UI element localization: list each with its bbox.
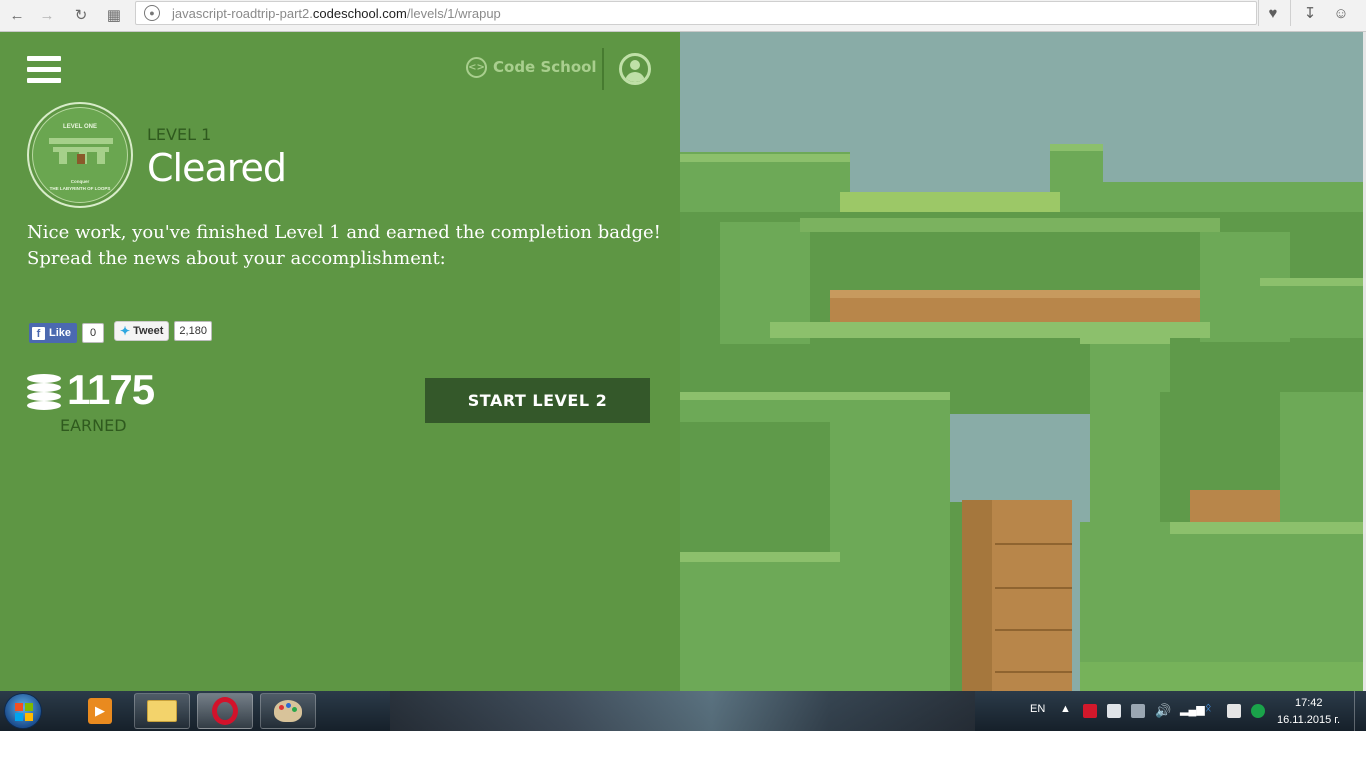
download-icon[interactable]: ↧ [1297, 1, 1323, 25]
url-text: javascript-roadtrip-part2.codeschool.com… [172, 6, 501, 21]
account-icon[interactable]: ☺ [1328, 1, 1354, 25]
bluetooth-icon[interactable]: ᛟ [1205, 702, 1212, 714]
utorrent-icon[interactable] [1251, 704, 1265, 718]
heart-icon[interactable]: ♥ [1260, 1, 1286, 25]
facebook-icon: f [32, 326, 45, 340]
twitter-widget: ✦ Tweet 2,180 [114, 320, 212, 341]
maze-emblem-icon [49, 138, 113, 166]
twitter-bird-icon: ✦ [120, 323, 131, 338]
reload-icon[interactable]: ↻ [70, 4, 92, 26]
show-desktop-button[interactable] [1354, 691, 1366, 731]
menu-icon[interactable] [27, 56, 61, 86]
like-count: 0 [82, 323, 105, 343]
code-school-logo[interactable]: <> Code School [466, 56, 597, 78]
tray-expand-icon[interactable]: ▲ [1060, 703, 1071, 715]
antivirus-icon[interactable] [1083, 704, 1097, 718]
action-center-icon[interactable] [1227, 704, 1241, 718]
level-badge: LEVEL ONE Conquer THE LABYRINTH OF LOOPS [27, 102, 133, 208]
points-earned: 1175 [67, 366, 155, 413]
badge-subtitle-1: Conquer [70, 179, 90, 184]
earned-label: EARNED [60, 416, 127, 435]
clock-time[interactable]: 17:42 [1295, 697, 1323, 709]
windows-start-icon[interactable] [4, 693, 42, 729]
apps-grid-icon[interactable]: ▦ [103, 4, 125, 26]
coins-icon [27, 374, 61, 410]
header-divider [602, 48, 604, 90]
url-domain: codeschool.com [312, 6, 407, 21]
usb-device-icon[interactable] [1131, 704, 1145, 718]
level-label: LEVEL 1 [147, 125, 212, 144]
message-line-2: Spread the news about your accomplishmen… [27, 248, 446, 269]
forward-arrow-icon[interactable]: → [36, 4, 58, 26]
media-player-icon[interactable]: ▶ [72, 693, 128, 729]
wrapup-panel: <> Code School LEVEL ONE Conquer THE LAB… [0, 32, 680, 691]
language-indicator[interactable]: EN [1030, 703, 1045, 715]
paint-icon[interactable] [260, 693, 316, 729]
level-status: Cleared [147, 146, 287, 190]
url-path: /levels/1/wrapup [406, 6, 501, 21]
screen-margin [0, 731, 1366, 768]
tweet-count: 2,180 [174, 320, 212, 341]
network-signal-icon[interactable]: ▂▄▆ [1180, 703, 1205, 716]
user-icon[interactable] [619, 53, 651, 85]
globe-icon: ● [144, 5, 160, 21]
badge-title: LEVEL ONE [63, 124, 97, 130]
volume-icon[interactable]: 🔊 [1155, 703, 1171, 719]
brand-name: Code School [493, 58, 597, 76]
code-brackets-icon: <> [466, 56, 487, 78]
tray-app-icon[interactable] [1107, 704, 1121, 718]
address-bar[interactable]: ● javascript-roadtrip-part2.codeschool.c… [135, 1, 1257, 25]
start-next-level-button[interactable]: START LEVEL 2 [425, 378, 650, 423]
facebook-like-widget: f Like 0 [29, 323, 105, 343]
url-prefix: javascript-roadtrip-part2. [172, 6, 313, 21]
opera-browser-icon[interactable] [197, 693, 253, 729]
maze-illustration [680, 32, 1363, 691]
browser-toolbar: ← → ↻ ▦ ● javascript-roadtrip-part2.code… [0, 0, 1366, 32]
facebook-like-button[interactable]: f Like [29, 323, 78, 343]
tweet-label: Tweet [133, 324, 164, 337]
os-taskbar: ▶ EN ▲ 🔊 ▂▄▆ ᛟ 17:42 16.11.2015 г. [0, 691, 1366, 731]
badge-subtitle-2: THE LABYRINTH OF LOOPS [49, 186, 111, 191]
maze-scene [680, 32, 1363, 691]
completion-message: Nice work, you've finished Level 1 and e… [27, 220, 667, 272]
file-explorer-icon[interactable] [134, 693, 190, 729]
clock-date[interactable]: 16.11.2015 г. [1277, 714, 1340, 726]
back-arrow-icon[interactable]: ← [6, 4, 28, 26]
tweet-button[interactable]: ✦ Tweet [114, 320, 170, 341]
like-label: Like [49, 327, 72, 339]
taskbar-preview [390, 691, 975, 731]
message-line-1: Nice work, you've finished Level 1 and e… [27, 222, 661, 243]
